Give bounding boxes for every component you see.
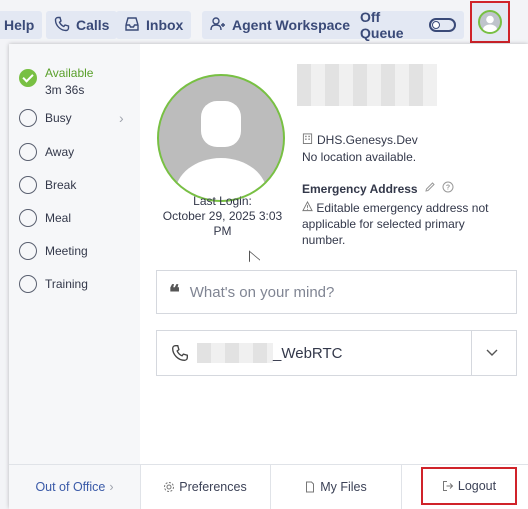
emergency-note: Editable emergency address not applicabl… (302, 200, 507, 248)
calls-button[interactable]: Calls (46, 11, 118, 39)
profile-avatar[interactable] (157, 74, 285, 202)
preferences-button[interactable]: Preferences (140, 465, 270, 509)
status-label: Training (45, 277, 88, 291)
my-files-label: My Files (320, 480, 367, 494)
status-label: Available (45, 66, 94, 80)
radio-icon (19, 143, 37, 161)
status-label: Busy (45, 111, 72, 125)
toggle-switch-icon[interactable] (429, 18, 456, 32)
help-button[interactable]: Help (0, 11, 43, 39)
out-of-office-label: Out of Office (35, 480, 106, 494)
status-label: Away (45, 145, 75, 159)
chevron-right-icon: › (109, 480, 114, 494)
edit-pencil-icon[interactable] (424, 181, 436, 196)
status-label: Meal (45, 211, 72, 225)
emergency-note-text: Editable emergency address not applicabl… (302, 201, 489, 247)
status-item-meeting[interactable]: Meeting (19, 242, 88, 260)
gear-icon (163, 481, 175, 493)
out-of-office-button[interactable]: Out of Office › (9, 465, 140, 509)
svg-text:?: ? (445, 185, 449, 192)
warning-icon (302, 200, 316, 215)
profile-panel: Available 3m 36s Busy › Away Break Meal … (9, 44, 528, 509)
agent-workspace-button[interactable]: Agent Workspace (202, 11, 358, 39)
status-timer: 3m 36s (45, 83, 85, 97)
inbox-icon (124, 16, 140, 35)
help-label: Help (4, 17, 35, 33)
checkmark-icon (19, 69, 37, 87)
quote-icon: ❝ (169, 280, 180, 304)
agent-icon (210, 16, 226, 35)
my-files-button[interactable]: My Files (270, 465, 401, 509)
inbox-button[interactable]: Inbox (116, 11, 192, 39)
file-icon (304, 481, 316, 493)
radio-icon (19, 275, 37, 293)
status-item-training[interactable]: Training (19, 275, 88, 293)
off-queue-label: Off Queue (360, 9, 404, 41)
phone-icon (171, 344, 189, 362)
radio-icon (19, 176, 37, 194)
help-circle-icon[interactable]: ? (442, 181, 454, 196)
radio-icon (19, 209, 37, 227)
status-label: Meeting (45, 244, 88, 258)
last-login: Last Login: October 29, 2025 3:03 PM (156, 194, 289, 239)
phone-suffix: _WebRTC (273, 344, 343, 362)
status-item-meal[interactable]: Meal (19, 209, 71, 227)
inbox-label: Inbox (146, 17, 184, 33)
tooltip-caret-icon (249, 250, 260, 271)
status-message-input[interactable]: ❝ What's on your mind? (156, 270, 517, 314)
emergency-title: Emergency Address (302, 181, 418, 196)
profile-avatar-button[interactable] (470, 1, 510, 43)
logout-icon (442, 480, 454, 492)
preferences-label: Preferences (179, 480, 247, 494)
organization: DHS.Genesys.Dev (302, 133, 418, 147)
last-login-label: Last Login: (193, 194, 252, 208)
user-silhouette-icon (175, 101, 267, 200)
calls-label: Calls (76, 17, 110, 33)
status-label: Break (45, 178, 77, 192)
radio-icon (19, 242, 37, 260)
chevron-right-icon: › (119, 110, 124, 126)
status-item-away[interactable]: Away (19, 143, 74, 161)
off-queue-toggle[interactable]: Off Queue (352, 9, 464, 41)
last-login-value: October 29, 2025 3:03 PM (162, 209, 283, 238)
logout-button[interactable]: Logout (421, 467, 517, 505)
logout-label: Logout (457, 479, 497, 493)
radio-icon (19, 109, 37, 127)
avatar-icon (478, 10, 502, 34)
emergency-address-header: Emergency Address ? (302, 181, 454, 196)
status-message-placeholder: What's on your mind? (189, 283, 335, 301)
status-list: Available 3m 36s Busy › Away Break Meal … (9, 44, 140, 464)
top-bar: Help Calls Inbox Agent Workspace Off Que… (0, 0, 528, 48)
status-item-break[interactable]: Break (19, 176, 76, 194)
redacted-user-name (297, 64, 437, 106)
phone-icon (54, 16, 70, 35)
chevron-down-icon[interactable] (485, 345, 499, 359)
location-text: No location available. (302, 150, 417, 164)
status-item-available[interactable]: Available 3m 36s (19, 66, 93, 97)
phone-selector[interactable]: _WebRTC (156, 330, 517, 376)
redacted-phone-name (197, 343, 273, 363)
status-item-busy[interactable]: Busy › (19, 109, 131, 127)
building-icon (302, 133, 313, 147)
agent-workspace-label: Agent Workspace (232, 17, 350, 33)
org-name: DHS.Genesys.Dev (317, 133, 418, 147)
panel-footer: Out of Office › Preferences My Files Log… (9, 464, 528, 509)
